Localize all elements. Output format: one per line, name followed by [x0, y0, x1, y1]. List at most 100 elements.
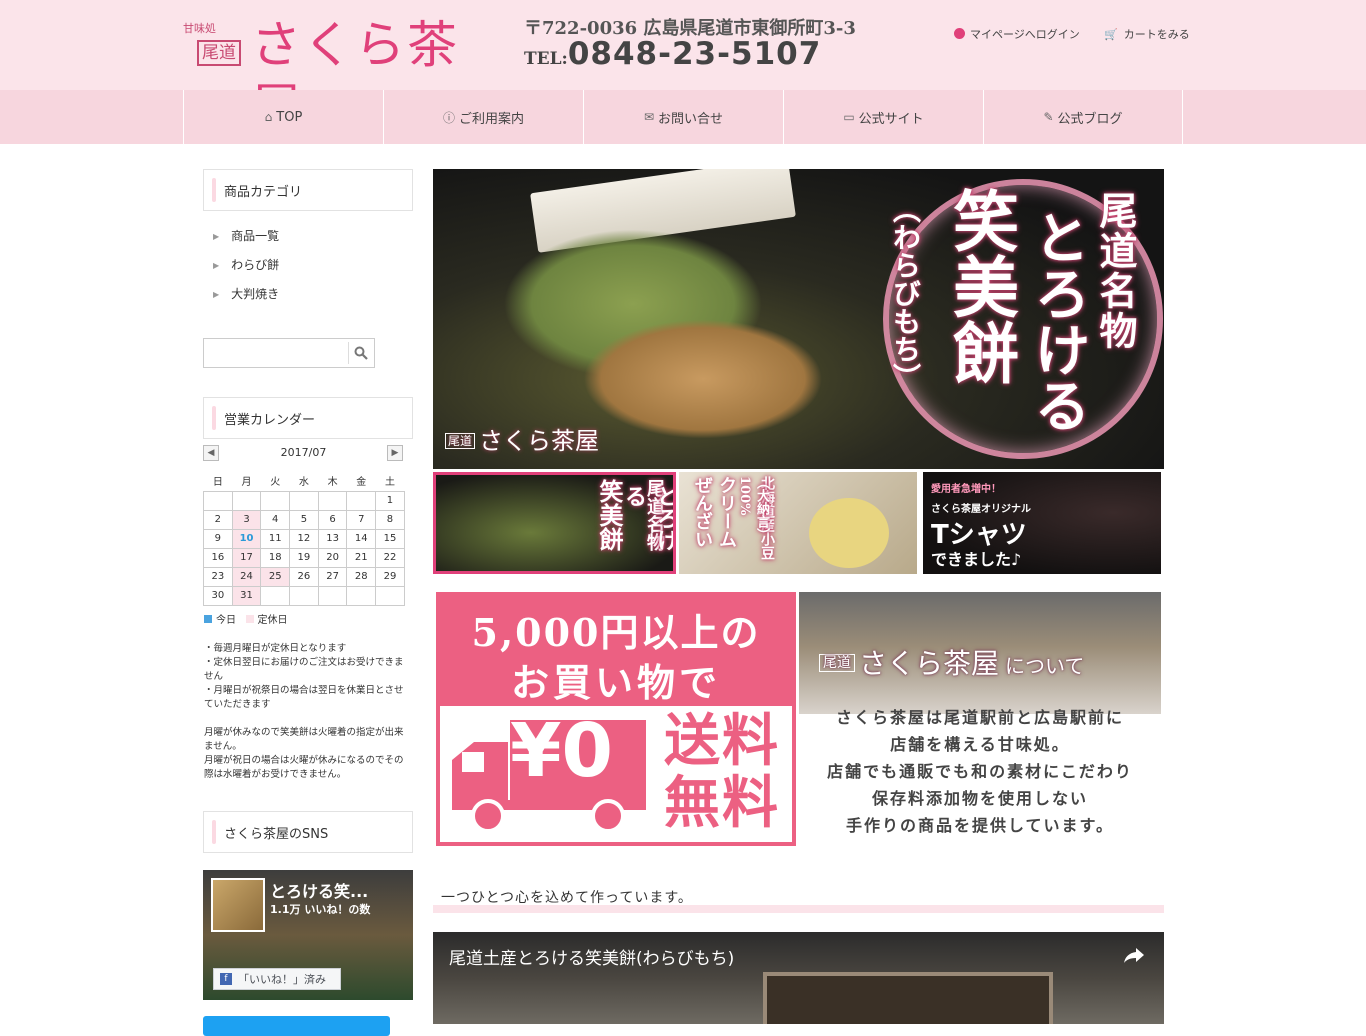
calendar-day [231, 490, 262, 511]
calendar-day: 27 [317, 566, 348, 587]
about-line: さくら茶屋は尾道駅前と広島駅前に [835, 708, 1124, 727]
logo-tagline: 甘味処 [183, 22, 216, 35]
weekday-header: 火 [270, 477, 281, 489]
weekday-header: 土 [384, 477, 395, 489]
fb-page-avatar [211, 878, 265, 932]
category-widget-title: 商品カテゴリ [203, 169, 413, 211]
category-item[interactable]: ▶ 大判焼き [213, 284, 279, 313]
calendar-week: 16 17 18 19 20 21 22 [203, 547, 405, 568]
calendar-day: 2 [203, 509, 233, 530]
calendar-day: 3 [231, 509, 262, 530]
triangle-right-icon: ▶ [213, 232, 220, 241]
cart-label: カートをみる [1123, 28, 1190, 41]
search-input[interactable] [203, 338, 375, 368]
about-line: 手作りの商品を提供しています。 [846, 816, 1114, 835]
thumb2-text-c: クリーム [716, 476, 737, 548]
calendar-day: 23 [203, 566, 233, 587]
video-title[interactable]: 尾道土産とろける笑美餅(わらびもち) [449, 944, 734, 969]
hero-text-emimochi: 笑美餅 [942, 187, 1020, 385]
note-line: 月曜が休みなので笑美餅は火曜着の指定が出来ません。 [204, 727, 404, 752]
category-label: 大判焼き [231, 287, 280, 301]
calendar-day: 26 [289, 566, 319, 587]
edit-icon: ✎ [1043, 110, 1054, 124]
shipping-line-2: お買い物で [510, 660, 721, 705]
shipping-yen: ¥0 [510, 708, 613, 794]
calendar-day [317, 585, 348, 606]
sns-widget-title: さくら茶屋のSNS [203, 811, 413, 853]
info-icon: ⓘ [442, 110, 455, 125]
monitor-icon: ▭ [843, 110, 855, 124]
youtube-video[interactable]: 尾道土産とろける笑美餅(わらびもち) [433, 932, 1164, 1024]
slider-thumb-2[interactable]: 北海道産小豆 （大納言）100% クリーム ぜんざい [679, 472, 917, 574]
calendar-day: 18 [260, 547, 291, 568]
weekday-header: 日 [212, 477, 223, 489]
calendar-day [317, 490, 348, 511]
calendar-legend: 今日 定休日 [204, 611, 288, 626]
calendar-day: 16 [203, 547, 233, 568]
cart-link[interactable]: 🛒 カートをみる [1104, 26, 1190, 42]
hero-logo-text: さくら茶屋 [479, 427, 600, 455]
slider-thumb-3[interactable]: 愛用者急増中！ さくら茶屋オリジナル Tシャツ できました♪ [923, 472, 1161, 574]
tel-number: 0848-23-5107 [567, 36, 822, 72]
calendar-day: 5 [289, 509, 319, 530]
facebook-page-plugin[interactable]: とろける笑... 1.1万 いいね！の数 f 「いいね！」済み [203, 870, 413, 1000]
nav-label: ご利用案内 [459, 111, 525, 127]
calendar-day: 17 [231, 547, 262, 568]
category-item[interactable]: ▶ わらび餅 [213, 255, 279, 284]
about-title-suffix: について [1005, 654, 1085, 678]
calendar-widget-title: 営業カレンダー [203, 397, 413, 439]
calendar-week: 30 31 [203, 585, 405, 606]
nav-guide[interactable]: ⓘ ご利用案内 [383, 90, 583, 144]
category-item[interactable]: ▶ 商品一覧 [213, 226, 279, 255]
shipping-free: 送料無料 [664, 708, 780, 836]
about-title: 尾道 さくら茶屋 について [819, 642, 1084, 682]
cart-icon: 🛒 [1104, 28, 1118, 41]
calendar-next-button[interactable]: ▶ [387, 445, 403, 461]
calendar-day: 9 [203, 528, 233, 549]
logo-box: 尾道 [197, 40, 241, 66]
share-icon[interactable] [1122, 946, 1146, 964]
calendar-day: 1 [375, 490, 405, 511]
nav-blog[interactable]: ✎ 公式ブログ [983, 90, 1183, 144]
login-link[interactable]: マイページへログイン [954, 26, 1080, 42]
nav-label: お問い合せ [658, 111, 724, 127]
site-logo[interactable]: 甘味処 尾道 さくら茶屋 [183, 12, 463, 136]
hero-logo: 尾道 さくら茶屋 [445, 421, 599, 456]
legend-today: 今日 [216, 615, 236, 626]
slider-thumb-1[interactable]: 尾道名物 とろける 笑美餅 [433, 472, 676, 574]
shipping-inner-panel: ¥0 送料無料 [440, 706, 792, 842]
nav-contact[interactable]: ✉ お問い合せ [583, 90, 783, 144]
thumb2-text-b: （大納言）100% [737, 476, 769, 541]
calendar-day: 30 [203, 585, 233, 606]
about-banner[interactable]: 尾道 さくら茶屋 について さくら茶屋は尾道駅前と広島駅前に 店舗を構える甘味処。 … [799, 592, 1161, 846]
category-list: ▶ 商品一覧 ▶ わらび餅 ▶ 大判焼き [213, 226, 279, 313]
legend-holiday: 定休日 [257, 615, 288, 626]
hero-text-torokeru: とろける [1025, 209, 1091, 433]
search-button[interactable] [348, 342, 372, 364]
thumb3-text-a: 愛用者急増中！ [931, 484, 1001, 495]
nav-label: 公式ブログ [1057, 111, 1123, 127]
about-line: 保存料添加物を使用しない [871, 789, 1088, 808]
calendar-day: 29 [375, 566, 405, 587]
weekday-header: 金 [356, 477, 367, 489]
nav-label: TOP [276, 109, 303, 125]
fb-page-title[interactable]: とろける笑... [270, 878, 368, 902]
nav-official-site[interactable]: ▭ 公式サイト [783, 90, 983, 144]
envelope-icon: ✉ [643, 110, 655, 124]
fb-like-count: 1.1万 いいね！の数 [270, 903, 371, 916]
calendar-day: 11 [260, 528, 291, 549]
hero-banner[interactable]: 尾道名物 とろける 笑美餅 （わらびもち） 尾道 さくら茶屋 [433, 169, 1164, 469]
fb-like-button[interactable]: f 「いいね！」済み [213, 968, 341, 990]
calendar-day [260, 585, 291, 606]
free-shipping-banner[interactable]: 5,000円以上の お買い物で ¥0 送料無料 [436, 592, 796, 846]
calendar-day: 12 [289, 528, 319, 549]
about-line: 店舗を構える甘味処。 [890, 735, 1070, 754]
calendar-day [346, 585, 377, 606]
main-nav: ⌂ TOP ⓘ ご利用案内 ✉ お問い合せ ▭ 公式サイト ✎ 公式ブログ [0, 90, 1366, 144]
calendar-day: 6 [317, 509, 348, 530]
calendar-week: 23 24 25 26 27 28 29 [203, 566, 405, 587]
user-icon [954, 28, 965, 39]
note-line: ・定休日翌日にお届けのご注文はお受けできません [204, 657, 404, 682]
nav-top[interactable]: ⌂ TOP [183, 90, 383, 144]
twitter-follow-button[interactable] [203, 1016, 390, 1036]
